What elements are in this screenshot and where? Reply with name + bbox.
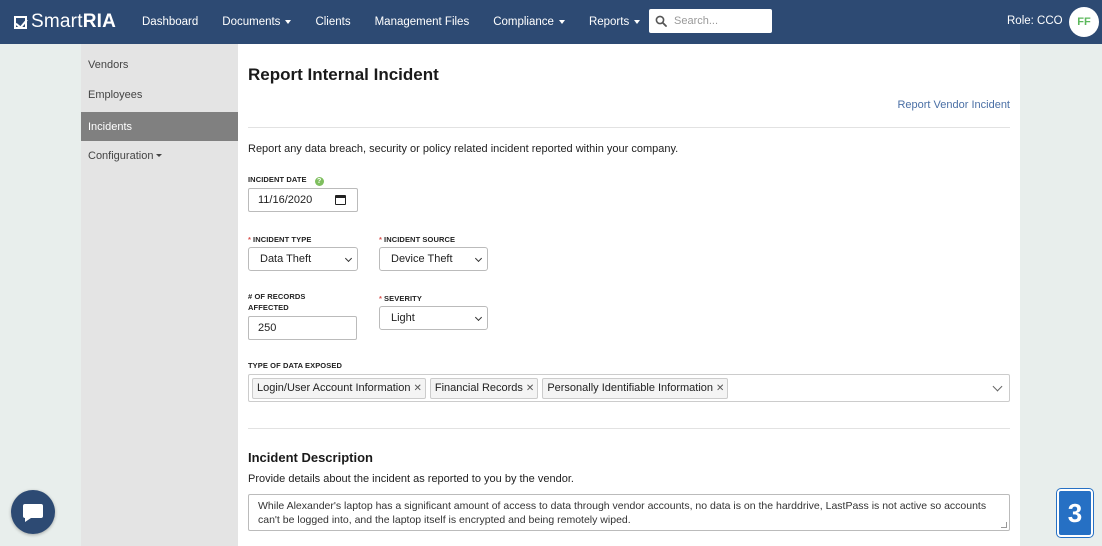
records-affected-label: # of Records Affected bbox=[248, 291, 305, 313]
chevron-down-icon bbox=[474, 313, 483, 322]
caret-down-icon bbox=[156, 154, 163, 157]
caret-down-icon bbox=[558, 20, 565, 24]
help-icon[interactable]: ? bbox=[314, 177, 324, 186]
sidebar-item-label: Incidents bbox=[88, 120, 133, 133]
tag-label: Login/User Account Information bbox=[257, 382, 411, 394]
sidebar-item-label: Configuration bbox=[88, 149, 154, 162]
label-text: Affected bbox=[248, 303, 289, 312]
tag-label: Financial Records bbox=[434, 382, 523, 394]
records-affected-input[interactable]: 250 bbox=[248, 316, 357, 340]
top-navbar: Smart RIA Dashboard Documents Clients Man… bbox=[0, 0, 1102, 44]
search-icon bbox=[655, 15, 667, 27]
nav-item-label: Reports bbox=[588, 16, 630, 28]
nav-clients[interactable]: Clients bbox=[315, 16, 350, 28]
required-marker: * bbox=[248, 235, 252, 244]
incident-date-value: 11/16/2020 bbox=[258, 194, 313, 206]
incident-description-heading: Incident Description bbox=[248, 450, 373, 465]
data-exposed-multiselect[interactable]: Login/User Account Information ✕ Financia… bbox=[248, 374, 1010, 402]
tag-login-info: Login/User Account Information ✕ bbox=[252, 377, 426, 399]
resize-grip-icon[interactable] bbox=[1001, 522, 1007, 528]
remove-tag-icon[interactable]: ✕ bbox=[526, 383, 534, 394]
divider bbox=[248, 127, 1010, 128]
label-text: Severity bbox=[384, 294, 422, 303]
severity-label: * Severity bbox=[379, 293, 422, 304]
search-box[interactable] bbox=[649, 9, 772, 33]
logo-text-bold: RIA bbox=[82, 11, 117, 32]
incident-type-label: * Incident Type bbox=[248, 234, 311, 245]
chat-icon bbox=[23, 504, 43, 522]
label-text: Incident Source bbox=[384, 235, 456, 244]
incident-source-value: Device Theft bbox=[391, 253, 453, 265]
tag-label: Personally Identifiable Information bbox=[547, 382, 714, 394]
records-affected-value: 250 bbox=[258, 322, 277, 334]
nav-item-label: Management Files bbox=[374, 16, 470, 28]
incident-source-select[interactable]: Device Theft bbox=[379, 247, 488, 271]
incident-source-label: * Incident Source bbox=[379, 234, 455, 245]
avatar[interactable]: FF bbox=[1069, 7, 1099, 37]
required-marker: * bbox=[379, 294, 383, 303]
sidebar-item-vendors[interactable]: Vendors bbox=[81, 50, 238, 79]
chevron-down-icon[interactable] bbox=[992, 381, 1003, 392]
intro-text: Report any data breach, security or poli… bbox=[248, 143, 679, 155]
remove-tag-icon[interactable]: ✕ bbox=[716, 383, 724, 394]
nav-reports[interactable]: Reports bbox=[588, 16, 641, 28]
sidebar: Vendors Employees Incidents Configuratio… bbox=[81, 44, 242, 546]
required-marker: * bbox=[379, 235, 383, 244]
nav-management-files[interactable]: Management Files bbox=[375, 16, 470, 28]
remove-tag-icon[interactable]: ✕ bbox=[413, 383, 421, 394]
incident-type-select[interactable]: Data Theft bbox=[248, 247, 358, 271]
sidebar-item-label: Vendors bbox=[88, 58, 129, 71]
divider bbox=[248, 428, 1010, 429]
nav-item-label: Dashboard bbox=[142, 16, 199, 28]
report-vendor-incident-link[interactable]: Report Vendor Incident bbox=[897, 99, 1010, 111]
page-title: Report Internal Incident bbox=[248, 65, 439, 84]
chevron-down-icon bbox=[474, 254, 483, 263]
sidebar-item-employees[interactable]: Employees bbox=[81, 80, 238, 109]
logo-text-light: Smart bbox=[31, 11, 83, 32]
severity-select[interactable]: Light bbox=[379, 306, 488, 330]
incident-description-help: Provide details about the incident as re… bbox=[248, 473, 574, 485]
nav-item-label: Clients bbox=[315, 16, 351, 28]
main-nav: Dashboard Documents Clients Management F… bbox=[142, 0, 664, 44]
incident-date-label: Incident Date? bbox=[248, 174, 324, 186]
label-text: Incident Date bbox=[248, 175, 307, 184]
nav-item-label: Compliance bbox=[493, 16, 554, 28]
nav-dashboard[interactable]: Dashboard bbox=[142, 16, 198, 28]
tag-pii: Personally Identifiable Information ✕ bbox=[542, 377, 729, 399]
tag-financial-records: Financial Records ✕ bbox=[429, 377, 539, 399]
nav-item-label: Documents bbox=[222, 16, 281, 28]
app-logo[interactable]: Smart RIA bbox=[14, 11, 116, 33]
calendar-icon[interactable] bbox=[335, 195, 346, 205]
caret-down-icon bbox=[285, 20, 292, 24]
sidebar-item-incidents[interactable]: Incidents bbox=[81, 112, 242, 141]
main-panel: Report Internal Incident Report Vendor I… bbox=[238, 44, 1020, 546]
role-label: Role: CCO bbox=[1007, 15, 1063, 27]
label-text: # of Records bbox=[248, 292, 306, 301]
severity-value: Light bbox=[391, 312, 415, 324]
nav-compliance[interactable]: Compliance bbox=[493, 16, 565, 28]
incident-type-value: Data Theft bbox=[260, 253, 312, 265]
incident-description-value: While Alexander's laptop has a significa… bbox=[258, 500, 987, 526]
label-text: Incident Type bbox=[253, 235, 312, 244]
data-exposed-label: Type of Data Exposed bbox=[248, 361, 342, 370]
chat-launcher-button[interactable] bbox=[11, 490, 55, 534]
search-input[interactable] bbox=[674, 15, 764, 27]
nav-documents[interactable]: Documents bbox=[222, 16, 292, 28]
incident-description-textarea[interactable]: While Alexander's laptop has a significa… bbox=[248, 494, 1010, 531]
sidebar-item-label: Employees bbox=[88, 88, 143, 101]
notification-badge[interactable]: 3 bbox=[1057, 489, 1093, 537]
incident-date-field[interactable]: 11/16/2020 bbox=[248, 188, 358, 212]
chevron-down-icon bbox=[344, 254, 353, 263]
sidebar-item-configuration[interactable]: Configuration bbox=[81, 141, 238, 170]
check-logo-icon bbox=[14, 15, 27, 29]
caret-down-icon bbox=[634, 20, 641, 24]
